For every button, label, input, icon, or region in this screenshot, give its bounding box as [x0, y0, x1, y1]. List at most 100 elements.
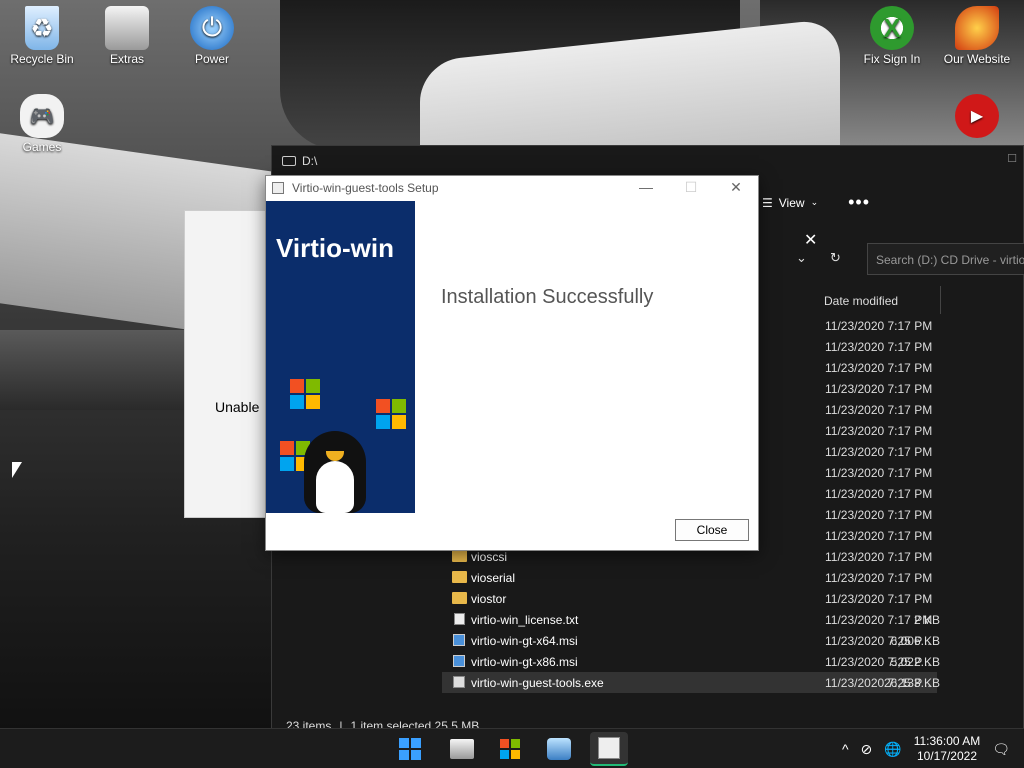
taskbar-control-panel[interactable] [540, 732, 578, 766]
file-date: 11/23/2020 7:17 PM [825, 466, 933, 480]
folder-icon [452, 592, 467, 604]
search-input[interactable]: Search (D:) CD Drive - virtio [867, 243, 1024, 275]
clock-time: 11:36:00 AM [913, 734, 981, 748]
file-row[interactable]: virtio-win_license.txt 2 KB 11/23/2020 7:1… [442, 609, 940, 630]
file-row[interactable]: virtio-win-gt-x86.msi 5,022 KB 11/23/2020 … [442, 651, 940, 672]
file-row[interactable]: viostor 11/23/2020 7:17 PM [442, 588, 937, 609]
desktop-icon-our-website[interactable]: Our Website [935, 0, 1019, 66]
folder-icon [452, 571, 467, 583]
file-date: 11/23/2020 7:25 P... [825, 634, 931, 648]
column-header-date-modified[interactable]: Date modified [824, 294, 898, 308]
file-name: virtio-win-gt-x64.msi [471, 634, 578, 648]
drive-icon [282, 156, 296, 166]
desktop-icon-label: Extras [109, 52, 144, 66]
file-date: 11/23/2020 7:17 PM [825, 319, 933, 333]
file-name: viostor [471, 592, 507, 606]
clock-date: 10/17/2022 [916, 749, 977, 763]
file-name: vioscsi [471, 550, 508, 564]
more-options-icon[interactable]: ••• [848, 192, 870, 213]
window-titlebar: D:\ [272, 146, 1023, 176]
file-row[interactable]: virtio-win-gt-x64.msi 6,006 KB 11/23/2020 … [442, 630, 940, 651]
file-date: 11/23/2020 7:17 PM [825, 340, 933, 354]
file-date: 11/23/2020 7:17 PM [825, 382, 933, 396]
file-date: 11/23/2020 7:17 PM [825, 592, 933, 606]
chevron-down-icon: ⌄ [810, 197, 819, 207]
windows-logo-icon [290, 379, 320, 409]
file-row[interactable]: virtio-win-guest-tools.exe 26,133 KB 11/23… [442, 672, 940, 693]
close-button[interactable]: Close [675, 519, 749, 541]
file-date: 11/23/2020 7:17 PM [825, 613, 933, 627]
desktop-icon-label: Our Website [943, 52, 1011, 66]
minimize-icon[interactable]: — [632, 179, 660, 195]
msi-icon [453, 634, 465, 646]
desktop-icon-power[interactable]: ⏻ Power [170, 0, 254, 66]
xbox-icon: X [870, 6, 914, 50]
power-icon: ⏻ [190, 6, 234, 50]
refresh-icon[interactable]: ↻ [830, 250, 841, 266]
file-row[interactable]: vioserial 11/23/2020 7:17 PM [442, 567, 937, 588]
close-icon[interactable]: ✕ [804, 230, 817, 250]
network-disconnected-icon[interactable]: ⊘ [861, 741, 873, 758]
tux-penguin-icon [296, 421, 374, 513]
desktop-icon-fix-sign-in[interactable]: X Fix Sign In [850, 0, 934, 66]
desktop-icon-extras[interactable]: Extras [85, 0, 169, 66]
clock[interactable]: 11:36:00 AM 10/17/2022 [914, 734, 981, 764]
gamepad-icon: 🎮 [20, 94, 64, 138]
setup-dialog: Virtio-win-guest-tools Setup — ☐ ✕ Virti… [265, 175, 759, 551]
desktop-icon-label: Games [22, 140, 62, 154]
maximize-icon: ☐ [684, 179, 698, 195]
file-date: 11/23/2020 7:17 PM [825, 571, 933, 585]
desktop-icon-label: Recycle Bin [10, 52, 74, 66]
file-name: vioserial [471, 571, 516, 585]
taskbar-setup-app[interactable] [590, 732, 628, 766]
file-name: virtio-win-guest-tools.exe [471, 676, 604, 690]
msi-icon [453, 655, 465, 667]
install-status-message: Installation Successfully [441, 286, 654, 308]
folder-stack-icon [105, 6, 149, 50]
phoenix-icon [955, 6, 999, 50]
setup-app-icon [598, 737, 620, 759]
close-icon[interactable]: ✕ [722, 179, 750, 196]
view-button[interactable]: ☰ View ⌄ [762, 196, 818, 210]
notification-icon[interactable]: 🗨 [992, 741, 1010, 758]
dialog-title: Virtio-win-guest-tools Setup [292, 181, 439, 195]
explorer-toolbar: ☰ View ⌄ ••• [762, 192, 870, 213]
file-date: 11/23/2020 7:17 PM [825, 445, 933, 459]
view-label: View [778, 195, 805, 210]
control-panel-icon [547, 738, 571, 760]
windows-start-icon [399, 738, 421, 760]
chevron-up-icon[interactable]: ^ [842, 741, 849, 757]
desktop-icon-youtube[interactable]: ▶ [935, 88, 1019, 140]
file-date: 11/23/2020 7:17 PM [825, 529, 933, 543]
chevron-down-icon[interactable]: ⌄ [796, 250, 807, 266]
dialog-message: Unable [215, 399, 260, 415]
desktop-icon-games[interactable]: 🎮 Games [0, 88, 84, 154]
taskbar: ^ ⊘ 🌐 11:36:00 AM 10/17/2022 🗨 [0, 728, 1024, 768]
file-date: 11/23/2020 7:17 PM [825, 361, 933, 375]
taskbar-store[interactable] [491, 732, 529, 766]
desktop-icon-label: Power [194, 52, 229, 66]
file-date: 11/23/2020 7:25 P... [825, 676, 931, 690]
desktop-icon-label: Fix Sign In [863, 52, 921, 66]
column-divider [940, 286, 941, 314]
start-button[interactable] [391, 732, 429, 766]
file-date: 11/23/2020 7:17 PM [825, 403, 933, 417]
system-tray: ^ ⊘ 🌐 11:36:00 AM 10/17/2022 🗨 [842, 729, 1024, 768]
setup-app-icon [272, 182, 284, 194]
exe-icon [453, 676, 465, 688]
txt-icon [454, 613, 465, 625]
banner-logo: Virtio-win [276, 233, 394, 263]
file-date: 11/23/2020 7:25 P... [825, 655, 931, 669]
list-view-icon: ☰ [762, 195, 773, 210]
store-icon [500, 739, 520, 759]
window-title: D:\ [302, 154, 318, 168]
globe-icon[interactable]: 🌐 [884, 741, 901, 758]
windows-logo-icon [376, 399, 406, 429]
file-date: 11/23/2020 7:17 PM [825, 424, 933, 438]
file-explorer-icon [450, 739, 474, 759]
taskbar-file-explorer[interactable] [443, 732, 481, 766]
desktop-icon-recycle-bin[interactable]: ♻ Recycle Bin [0, 0, 84, 66]
background-dialog: Unable [184, 210, 268, 518]
file-name: virtio-win_license.txt [471, 613, 579, 627]
maximize-icon[interactable]: ☐ [1007, 152, 1017, 165]
